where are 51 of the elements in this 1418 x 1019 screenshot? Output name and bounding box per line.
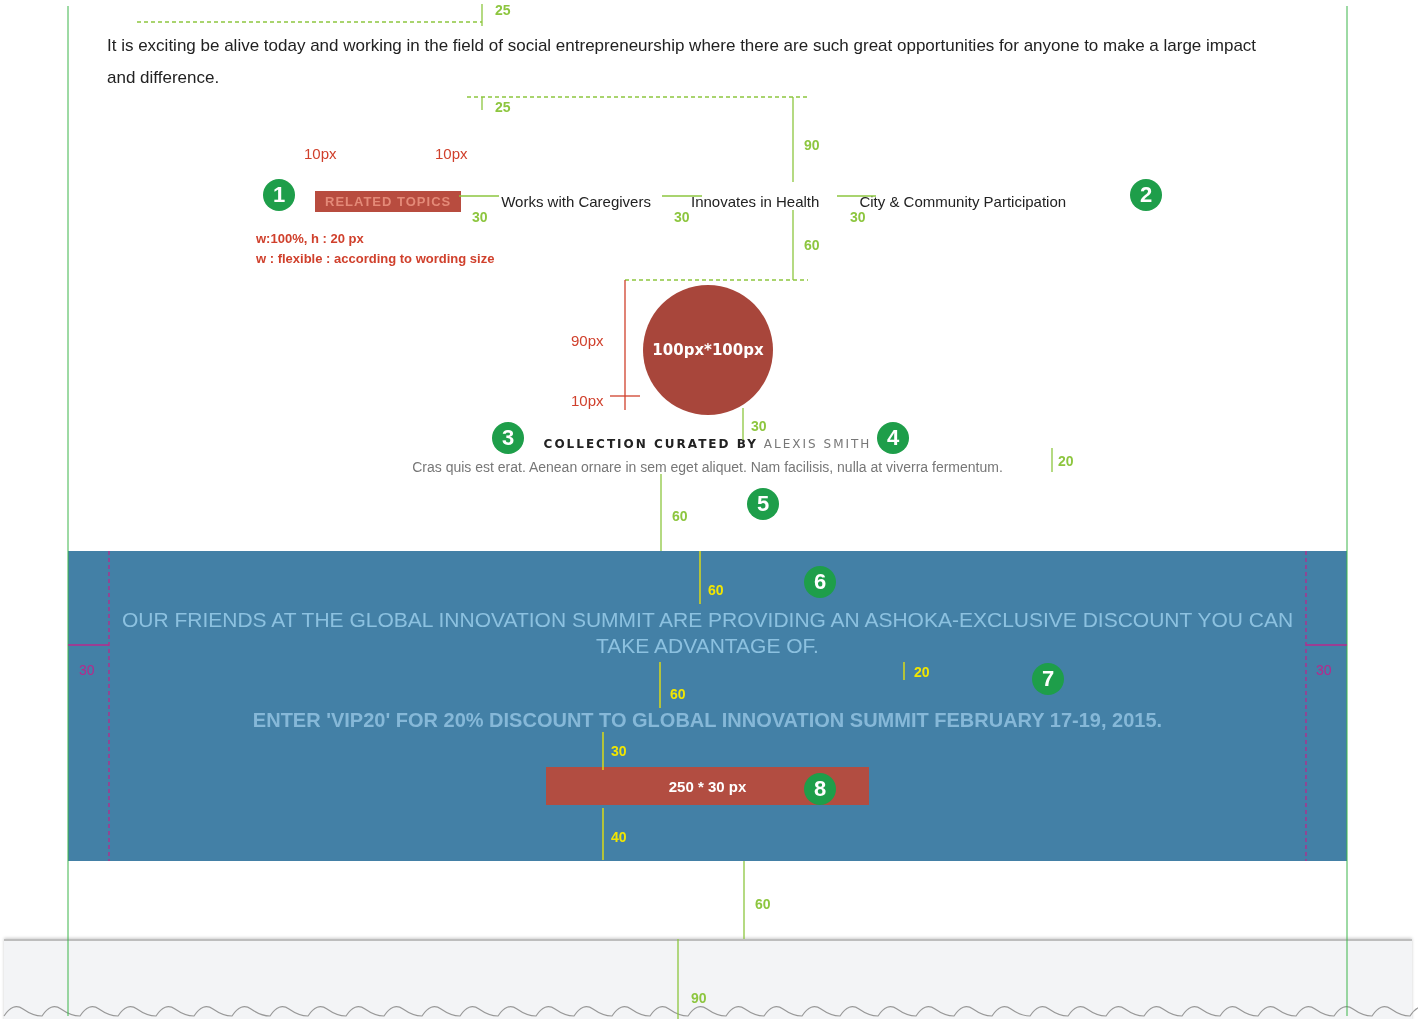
curator-description: Cras quis est erat. Aenean ornare in sem eget aliquet. Nam facilisis, nulla at viverra fermentum. bbox=[412, 459, 1003, 475]
topic-link[interactable]: Innovates in Health bbox=[690, 192, 820, 210]
dimension-line bbox=[659, 661, 661, 709]
dimension-label: 30 bbox=[611, 743, 627, 759]
dimension-label: 90px bbox=[571, 333, 604, 349]
step-marker: 4 bbox=[877, 422, 909, 454]
curator-title: COLLECTION CURATED BY bbox=[543, 437, 758, 451]
dimension-line bbox=[1051, 447, 1053, 473]
dimension-line bbox=[602, 807, 604, 861]
promo-headline: OUR FRIENDS AT THE GLOBAL INNOVATION SUMMIT ARE PROVIDING AN ASHOKA-EXCLUSIVE DISCOUNT YOU CAN TAKE ADVANTAGE OF. bbox=[120, 607, 1295, 659]
spec-note: w : flexible : according to wording size bbox=[256, 251, 495, 266]
promo-code-text: ENTER 'VIP20' FOR 20% DISCOUNT TO GLOBAL INNOVATION SUMMIT FEBRUARY 17-19, 2015. bbox=[252, 709, 1163, 732]
dimension-label: 30 bbox=[79, 662, 95, 678]
dimension-label: 20 bbox=[914, 664, 930, 680]
dimension-label: 25 bbox=[495, 99, 511, 115]
curator-name: ALEXIS SMITH bbox=[763, 437, 872, 451]
topic-link[interactable]: Works with Caregivers bbox=[501, 192, 651, 210]
step-marker: 1 bbox=[263, 179, 295, 211]
dimension-label: 30 bbox=[472, 209, 488, 225]
dimension-label: 10px bbox=[435, 146, 468, 162]
step-marker: 5 bbox=[747, 488, 779, 520]
dimension-label: 30 bbox=[751, 418, 767, 434]
step-marker: 2 bbox=[1130, 179, 1162, 211]
intro-paragraph: It is exciting be alive today and working in the field of social entrepreneurship where there are such great opportunities for anyone to make a large impact and difference. bbox=[107, 35, 1257, 89]
dimension-line bbox=[602, 731, 604, 771]
dimension-label: 20 bbox=[1058, 453, 1074, 469]
dimension-label: 60 bbox=[672, 508, 688, 524]
dimension-line bbox=[458, 195, 500, 197]
dimension-label: 30 bbox=[850, 209, 866, 225]
dimension-label: 30 bbox=[1316, 662, 1332, 678]
dimension-label: 30 bbox=[674, 209, 690, 225]
dimension-label: 60 bbox=[804, 237, 820, 253]
dimension-label: 60 bbox=[755, 896, 771, 912]
photo-size-label: 100px*100px bbox=[652, 341, 764, 359]
dimension-line bbox=[836, 195, 877, 197]
spec-note: w:100%, h : 20 px bbox=[256, 231, 364, 246]
topic-link[interactable]: City & Community Participation bbox=[859, 192, 1067, 210]
dimension-line bbox=[699, 550, 701, 605]
dimension-line bbox=[742, 407, 744, 441]
dimension-label: 90 bbox=[804, 137, 820, 153]
dimension-label: 10px bbox=[571, 393, 604, 409]
related-topics-tag: RELATED TOPICS bbox=[315, 190, 462, 212]
dimension-label: 60 bbox=[670, 686, 686, 702]
dimension-label: 40 bbox=[611, 829, 627, 845]
dimension-line bbox=[903, 661, 905, 681]
dimension-line bbox=[661, 195, 703, 197]
dimension-label: 60 bbox=[708, 582, 724, 598]
step-marker: 3 bbox=[492, 422, 524, 454]
dimension-label: 25 bbox=[495, 2, 511, 18]
dimension-label: 90 bbox=[691, 990, 707, 1006]
dimension-label: 10px bbox=[304, 146, 337, 162]
